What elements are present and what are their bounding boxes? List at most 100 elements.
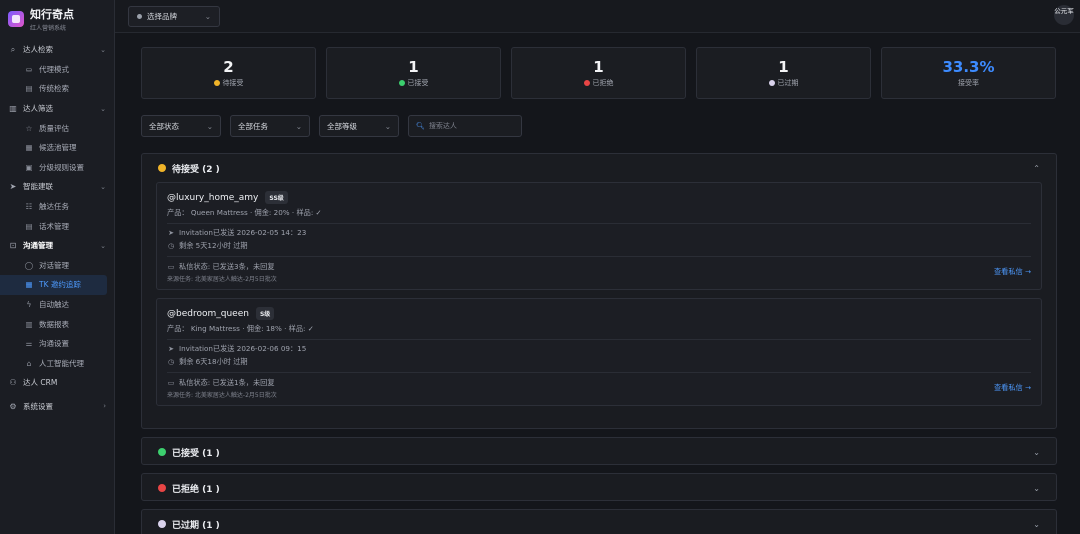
stat-pending: 2 待接受	[141, 47, 316, 99]
sidebar-group-search[interactable]: ⌕ 达人检索 ⌄	[0, 40, 114, 60]
chevron-down-icon: ⌄	[1033, 483, 1040, 493]
status-filter-select[interactable]: 全部状态 ⌄	[141, 115, 221, 137]
stat-value: 2	[223, 57, 234, 76]
status-dot-icon	[158, 484, 166, 492]
chevron-down-icon: ⌄	[384, 121, 391, 131]
remaining-time: 剩余 6天18小时 过期	[179, 357, 248, 366]
sidebar-group-label: 智能建联	[23, 182, 53, 192]
avatar[interactable]: 公元军	[1054, 5, 1074, 25]
section-pending: 待接受 (2 ) ⌃ @luxury_home_amy SS级 产品： Quee…	[141, 153, 1057, 429]
chevron-down-icon: ⌄	[295, 121, 302, 131]
sidebar: 知行奇点 红人营销系统 ⌕ 达人检索 ⌄ ⛀ 代理模式 ▤ 传统检索 ▥ 达人筛…	[0, 0, 115, 534]
sidebar-item-label: 代理模式	[39, 64, 69, 74]
stat-label: 接受率	[958, 78, 979, 87]
sidebar-item-tier-rules[interactable]: ▣ 分级规则设置	[0, 158, 106, 178]
chevron-down-icon: ⌄	[1033, 447, 1040, 457]
sidebar-item-candidate-pool[interactable]: ▦ 候选池管理	[0, 138, 106, 158]
stat-value: 1	[408, 57, 419, 76]
sent-info: Invitation已发送 2026-02-05 14：23	[179, 228, 307, 237]
sidebar-item-label: 话术管理	[39, 221, 69, 231]
stat-label: 已拒绝	[592, 78, 614, 87]
section-expired[interactable]: 已过期 (1 ) ⌄	[141, 509, 1057, 534]
brand: 知行奇点 红人营销系统	[0, 0, 114, 40]
stat-label: 已接受	[407, 78, 429, 87]
sidebar-item-label: 质量评估	[39, 123, 69, 133]
sidebar-item-label: 对话管理	[39, 260, 69, 270]
creator-handle[interactable]: @bedroom_queen	[167, 309, 249, 319]
sidebar-group-filter[interactable]: ▥ 达人筛选 ⌄	[0, 99, 114, 119]
search-placeholder: 搜索达人	[428, 122, 457, 130]
calendar-icon: ▦	[25, 280, 33, 290]
section-header-pending[interactable]: 待接受 (2 ) ⌃	[142, 154, 1056, 182]
chat-icon: ⊡	[9, 241, 17, 251]
sliders-icon: ⚌	[25, 339, 33, 349]
sidebar-item-label: 沟通设置	[39, 339, 69, 349]
send-icon: ➤	[168, 229, 174, 237]
dm-status: 私信状态: 已发送3条，未回复	[179, 262, 275, 271]
sidebar-group-communication[interactable]: ⊡ 沟通管理 ⌄	[0, 236, 114, 256]
status-dot-icon	[137, 13, 142, 19]
task-filter-select[interactable]: 全部任务 ⌄	[230, 115, 310, 137]
logo-icon	[8, 10, 24, 27]
sidebar-item-quality[interactable]: ☆ 质量评估	[0, 118, 106, 138]
search-icon: ⌕	[10, 44, 16, 54]
section-rejected[interactable]: 已拒绝 (1 ) ⌄	[141, 473, 1057, 501]
message-icon: ▭	[167, 379, 175, 387]
tier-badge: S级	[255, 307, 275, 320]
sidebar-group-label: 系统设置	[23, 401, 53, 411]
sidebar-group-label: 达人筛选	[23, 104, 53, 114]
section-header-rejected[interactable]: 已拒绝 (1 ) ⌄	[142, 474, 1056, 502]
sidebar-item-label: 触达任务	[39, 202, 69, 212]
sidebar-item-label: 达人 CRM	[23, 378, 58, 388]
sidebar-item-label: 分级规则设置	[39, 162, 84, 172]
message-icon: ▭	[167, 263, 175, 271]
creator-handle[interactable]: @luxury_home_amy	[167, 193, 258, 203]
stat-expired: 1 已过期	[696, 47, 871, 99]
remaining-time: 剩余 5天12小时 过期	[179, 241, 248, 250]
sidebar-item-tasks[interactable]: ☷ 触达任务	[0, 197, 106, 217]
brand-subtitle: 红人营销系统	[30, 24, 67, 32]
sidebar-item-comm-settings[interactable]: ⚌ 沟通设置	[0, 334, 106, 354]
sidebar-item-agent-mode[interactable]: ⛀ 代理模式	[0, 60, 106, 80]
layers-icon: ▣	[25, 162, 33, 172]
chevron-down-icon: ⌄	[1033, 519, 1040, 529]
sidebar-group-label: 达人检索	[23, 45, 53, 55]
sidebar-group-outreach[interactable]: ➤ 智能建联 ⌄	[0, 177, 114, 197]
view-dm-link[interactable]: 查看私信 →	[994, 267, 1031, 277]
sidebar-item-conversations[interactable]: ◯ 对话管理	[0, 256, 106, 276]
status-dot-icon	[158, 520, 166, 528]
sidebar-item-ai-agent[interactable]: ⌂ 人工智能代理	[0, 354, 106, 374]
sidebar-item-reports[interactable]: ▥ 数据报表	[0, 314, 106, 334]
sidebar-item-auto-outreach[interactable]: ϟ 自动触达	[0, 295, 106, 315]
chevron-up-icon: ⌃	[1033, 163, 1040, 173]
stat-label: 已过期	[777, 78, 799, 87]
section-header-expired[interactable]: 已过期 (1 ) ⌄	[142, 510, 1056, 534]
chevron-down-icon: ⌄	[100, 45, 106, 54]
select-value: 全部任务	[238, 121, 268, 131]
section-header-accepted[interactable]: 已接受 (1 ) ⌄	[142, 438, 1056, 466]
status-dot-icon	[768, 79, 775, 86]
source-task: 来源任务: 北美家居达人触达-2月5日批次	[167, 392, 277, 399]
stat-rejected: 1 已拒绝	[511, 47, 686, 99]
sidebar-item-traditional-search[interactable]: ▤ 传统检索	[0, 79, 106, 99]
script-icon: ▤	[25, 221, 33, 231]
section-accepted[interactable]: 已接受 (1 ) ⌄	[141, 437, 1057, 465]
select-value: 全部状态	[149, 121, 179, 131]
section-title: 已拒绝 (1 )	[172, 484, 220, 495]
sidebar-group-settings[interactable]: ⚙ 系统设置 ›	[0, 397, 114, 417]
sidebar-item-label: 传统检索	[39, 84, 69, 94]
invite-card: @bedroom_queen S级 产品： King Mattress · 佣金…	[156, 298, 1042, 406]
sidebar-item-label: 自动触达	[39, 300, 69, 310]
sidebar-item-crm[interactable]: ⚇ 达人 CRM	[0, 373, 114, 393]
chevron-down-icon: ⌄	[100, 104, 106, 113]
view-dm-link[interactable]: 查看私信 →	[994, 383, 1031, 393]
sidebar-item-tk-invite-tracking[interactable]: ▦ TK 邀约追踪	[0, 275, 107, 295]
stats-row: 2 待接受 1 已接受 1 已拒绝 1 已过期 33.3% 接受率	[141, 47, 1056, 99]
brand-select[interactable]: 选择品牌 ⌄	[128, 5, 220, 27]
level-filter-select[interactable]: 全部等级 ⌄	[319, 115, 399, 137]
search-input[interactable]: 🔍︎ 搜索达人	[408, 115, 522, 137]
sidebar-item-label: 数据报表	[39, 319, 69, 329]
tasks-icon: ☷	[25, 202, 33, 212]
sidebar-item-label: TK 邀约追踪	[39, 280, 81, 290]
sidebar-item-scripts[interactable]: ▤ 话术管理	[0, 216, 106, 236]
